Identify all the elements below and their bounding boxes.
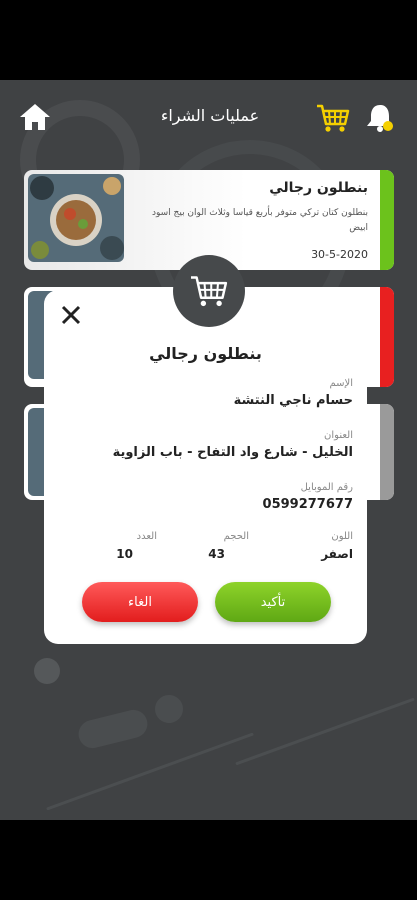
cart-icon[interactable] bbox=[316, 102, 350, 134]
status-indicator bbox=[380, 404, 394, 500]
order-title: بنطلون رجالي bbox=[269, 180, 368, 196]
page-title: عمليات الشراء bbox=[160, 106, 260, 125]
address-value: الخليل - شارع واد التفاح - باب الزاوية bbox=[112, 445, 353, 460]
color-value: اصفر bbox=[321, 547, 353, 561]
size-value: 43 bbox=[208, 547, 225, 561]
cancel-button[interactable]: الغاء bbox=[82, 582, 198, 622]
background-decoration bbox=[46, 732, 254, 811]
count-label: العدد bbox=[136, 531, 157, 542]
order-description: بنطلون كتان تركي متوفر بأربع قياسا وثلاث… bbox=[151, 208, 368, 233]
close-icon[interactable] bbox=[60, 304, 82, 326]
name-value: حسام ناجي النتشة bbox=[233, 393, 353, 408]
name-label: الإسم bbox=[329, 378, 353, 389]
order-details-dialog: بنطلون رجالي الإسم حسام ناجي النتشة العن… bbox=[44, 290, 367, 644]
count-value: 10 bbox=[116, 547, 133, 561]
confirm-button[interactable]: تأكيد bbox=[215, 582, 331, 622]
size-label: الحجم bbox=[223, 531, 249, 542]
app-header: عمليات الشراء bbox=[0, 80, 417, 160]
product-image bbox=[28, 174, 124, 262]
background-decoration bbox=[34, 658, 60, 684]
mobile-label: رقم الموبايل bbox=[300, 482, 353, 493]
background-decoration bbox=[235, 697, 415, 766]
cart-icon bbox=[173, 255, 245, 327]
order-date: 30-5-2020 bbox=[311, 248, 368, 261]
color-label: اللون bbox=[331, 531, 353, 542]
address-label: العنوان bbox=[324, 430, 353, 441]
home-icon[interactable] bbox=[18, 102, 52, 132]
mobile-value: 0599277677 bbox=[262, 497, 353, 512]
dialog-title: بنطلون رجالي bbox=[149, 344, 262, 363]
bell-icon[interactable] bbox=[364, 102, 396, 134]
status-indicator bbox=[380, 170, 394, 270]
background-decoration bbox=[75, 706, 151, 752]
background-decoration bbox=[152, 692, 186, 726]
status-indicator bbox=[380, 287, 394, 387]
